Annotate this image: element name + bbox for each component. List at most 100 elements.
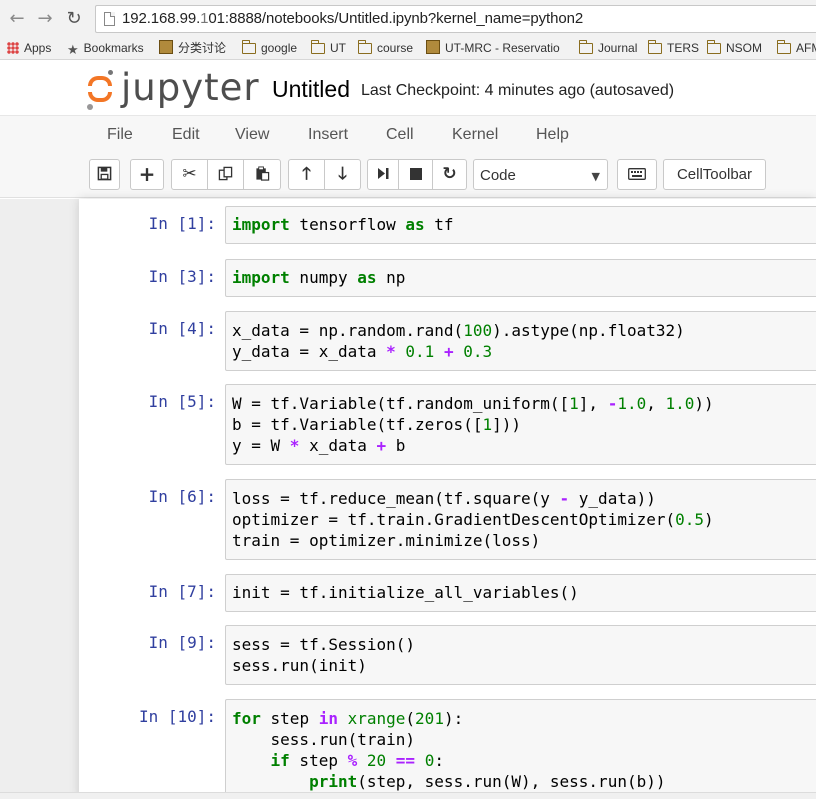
cell-input[interactable]: W = tf.Variable(tf.random_uniform([1], -… — [225, 384, 816, 465]
cell-prompt: In [9]: — [148, 633, 216, 652]
save-button[interactable] — [89, 159, 120, 190]
reload-icon[interactable]: ↻ — [64, 9, 84, 29]
folder-icon — [776, 40, 791, 54]
menu-edit[interactable]: Edit — [172, 126, 200, 144]
caret-down-icon: ▼ — [591, 170, 600, 183]
cell-input[interactable]: sess = tf.Session() sess.run(init) — [225, 625, 816, 685]
cell-prompt: In [3]: — [148, 267, 216, 286]
code-line: import tensorflow as tf — [232, 215, 454, 234]
logo-dot — [108, 70, 113, 75]
code-line: init = tf.initialize_all_variables() — [232, 583, 579, 602]
cell-input[interactable]: import tensorflow as tf — [225, 206, 816, 244]
folder-icon — [578, 40, 593, 54]
horizontal-scrollbar[interactable] — [0, 792, 816, 799]
bookmark-ut[interactable]: UT — [310, 40, 346, 56]
browser-address-bar-row: ← → ↻ 192.168.99.101:8888/notebooks/Unti… — [0, 0, 816, 37]
arrow-down-icon: 🡓 — [338, 164, 347, 184]
copy-button[interactable] — [208, 159, 244, 190]
code-line: y_data = x_data * 0.1 + 0.3 — [232, 342, 493, 361]
bookmark-course[interactable]: course — [357, 40, 413, 56]
cell-prompt: In [10]: — [138, 707, 216, 726]
bookmark-afm[interactable]: AFM — [776, 40, 816, 56]
code-line: import numpy as np — [232, 268, 406, 287]
menu-cell[interactable]: Cell — [386, 126, 414, 144]
star-icon: ★ — [67, 43, 79, 58]
bookmark-favicon-icon — [426, 40, 440, 54]
bookmark-fenlei[interactable]: 分类讨论 — [159, 40, 226, 56]
forward-arrow-icon[interactable]: → — [35, 9, 55, 29]
bookmark-nsom[interactable]: NSOM — [706, 40, 762, 56]
stop-icon — [409, 168, 422, 180]
code-line: loss = tf.reduce_mean(tf.square(y - y_da… — [232, 489, 656, 508]
bookmark-google[interactable]: google — [241, 40, 297, 56]
code-line: sess = tf.Session() — [232, 635, 416, 654]
cell-input[interactable]: init = tf.initialize_all_variables() — [225, 574, 816, 612]
step-forward-icon — [377, 168, 388, 179]
code-line: W = tf.Variable(tf.random_uniform([1], -… — [232, 394, 714, 413]
code-line: train = optimizer.minimize(loss) — [232, 531, 541, 550]
bookmark-favicon-icon — [159, 40, 173, 54]
copy-icon — [218, 166, 233, 181]
bookmark-apps[interactable]: Apps — [7, 40, 51, 56]
menubar: File Edit View Insert Cell Kernel Help — [0, 116, 816, 154]
code-line: sess.run(init) — [232, 656, 367, 675]
url-field[interactable]: 192.168.99.101:8888/notebooks/Untitled.i… — [95, 5, 816, 33]
url-text: 192.168.99.101:8888/notebooks/Untitled.i… — [122, 10, 584, 27]
cell-input[interactable]: for step in xrange(201): sess.run(train)… — [225, 699, 816, 799]
cell-prompt: In [7]: — [148, 582, 216, 601]
cell-prompt: In [4]: — [148, 319, 216, 338]
code-line: b = tf.Variable(tf.zeros([1])) — [232, 415, 521, 434]
logo-dot — [87, 104, 93, 110]
cut-button[interactable]: ✂ — [171, 159, 208, 190]
folder-icon — [310, 40, 325, 54]
folder-icon — [241, 40, 256, 54]
menu-insert[interactable]: Insert — [308, 126, 348, 144]
refresh-icon: ↻ — [442, 164, 457, 184]
insert-cell-button[interactable]: + — [130, 159, 164, 190]
logo-arc — [88, 76, 112, 86]
cell-input[interactable]: loss = tf.reduce_mean(tf.square(y - y_da… — [225, 479, 816, 560]
cell-type-select[interactable]: Code ▼ — [473, 159, 608, 190]
move-up-button[interactable]: 🡑 — [288, 159, 325, 190]
cell-prompt: In [1]: — [148, 214, 216, 233]
run-cell-button[interactable] — [367, 159, 399, 190]
code-line: sess.run(train) — [232, 730, 416, 749]
logo-wordmark: jupyter — [121, 66, 260, 109]
notebook-title[interactable]: Untitled — [272, 76, 350, 103]
menu-help[interactable]: Help — [536, 126, 569, 144]
menu-view[interactable]: View — [235, 126, 269, 144]
bookmark-bookmarks[interactable]: ★ Bookmarks — [67, 40, 144, 59]
paste-button[interactable] — [244, 159, 281, 190]
code-line: y = W * x_data + b — [232, 436, 406, 455]
restart-kernel-button[interactable]: ↻ — [433, 159, 467, 190]
code-line: optimizer = tf.train.GradientDescentOpti… — [232, 510, 714, 529]
cell-input[interactable]: import numpy as np — [225, 259, 816, 297]
scissors-icon: ✂ — [182, 164, 197, 184]
cell-input[interactable]: x_data = np.random.rand(100).astype(np.f… — [225, 311, 816, 371]
interrupt-kernel-button[interactable] — [399, 159, 433, 190]
command-palette-button[interactable] — [617, 159, 657, 190]
code-line: for step in xrange(201): — [232, 709, 464, 728]
cell-prompt: In [5]: — [148, 392, 216, 411]
code-line: if step % 20 == 0: — [270, 751, 444, 770]
bookmark-journal[interactable]: Journal — [578, 40, 637, 56]
notebook-toolbar: + ✂ 🡑 🡓 ↻ Code ▼ CellToolbar — [0, 154, 816, 198]
bookmark-ut-mrc[interactable]: UT-MRC - Reservatio — [426, 40, 560, 56]
bookmarks-bar: Apps ★ Bookmarks 分类讨论 google UT course UT… — [0, 37, 816, 60]
folder-icon — [647, 40, 662, 54]
menu-kernel[interactable]: Kernel — [452, 126, 498, 144]
back-arrow-icon[interactable]: ← — [7, 9, 27, 29]
plus-icon: + — [138, 162, 156, 186]
move-down-button[interactable]: 🡓 — [325, 159, 361, 190]
folder-icon — [357, 40, 372, 54]
celltoolbar-button[interactable]: CellToolbar — [663, 159, 766, 190]
menu-file[interactable]: File — [107, 126, 133, 144]
paste-icon — [255, 166, 269, 181]
bookmark-ters[interactable]: TERS — [647, 40, 699, 56]
page-icon — [104, 12, 115, 26]
folder-icon — [706, 40, 721, 54]
jupyter-logo[interactable]: jupyter — [86, 66, 259, 112]
code-line: print(step, sess.run(W), sess.run(b)) — [309, 772, 666, 791]
save-icon — [97, 166, 112, 181]
checkpoint-status: Last Checkpoint: 4 minutes ago (autosave… — [361, 82, 675, 99]
